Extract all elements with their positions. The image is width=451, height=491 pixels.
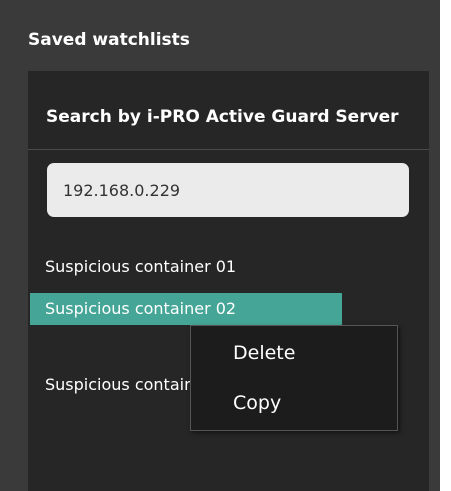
watchlist-title: Search by i-PRO Active Guard Server [46, 107, 399, 127]
watchlist-item[interactable]: Suspicious container 01 [30, 251, 342, 283]
watchlist-item-label: Suspicious container 02 [45, 299, 237, 318]
watchlist-item-label: Suspicious container 01 [45, 257, 237, 276]
watchlist-item-selected[interactable]: Suspicious container 02 [30, 293, 342, 325]
delete-menu-item[interactable]: Delete [233, 342, 295, 364]
context-menu: Delete Copy [190, 325, 398, 431]
panel-title: Saved watchlists [28, 30, 190, 50]
watchlist-header: Search by i-PRO Active Guard Server [28, 71, 429, 150]
server-address-input[interactable] [47, 163, 409, 217]
copy-menu-item[interactable]: Copy [233, 392, 281, 414]
